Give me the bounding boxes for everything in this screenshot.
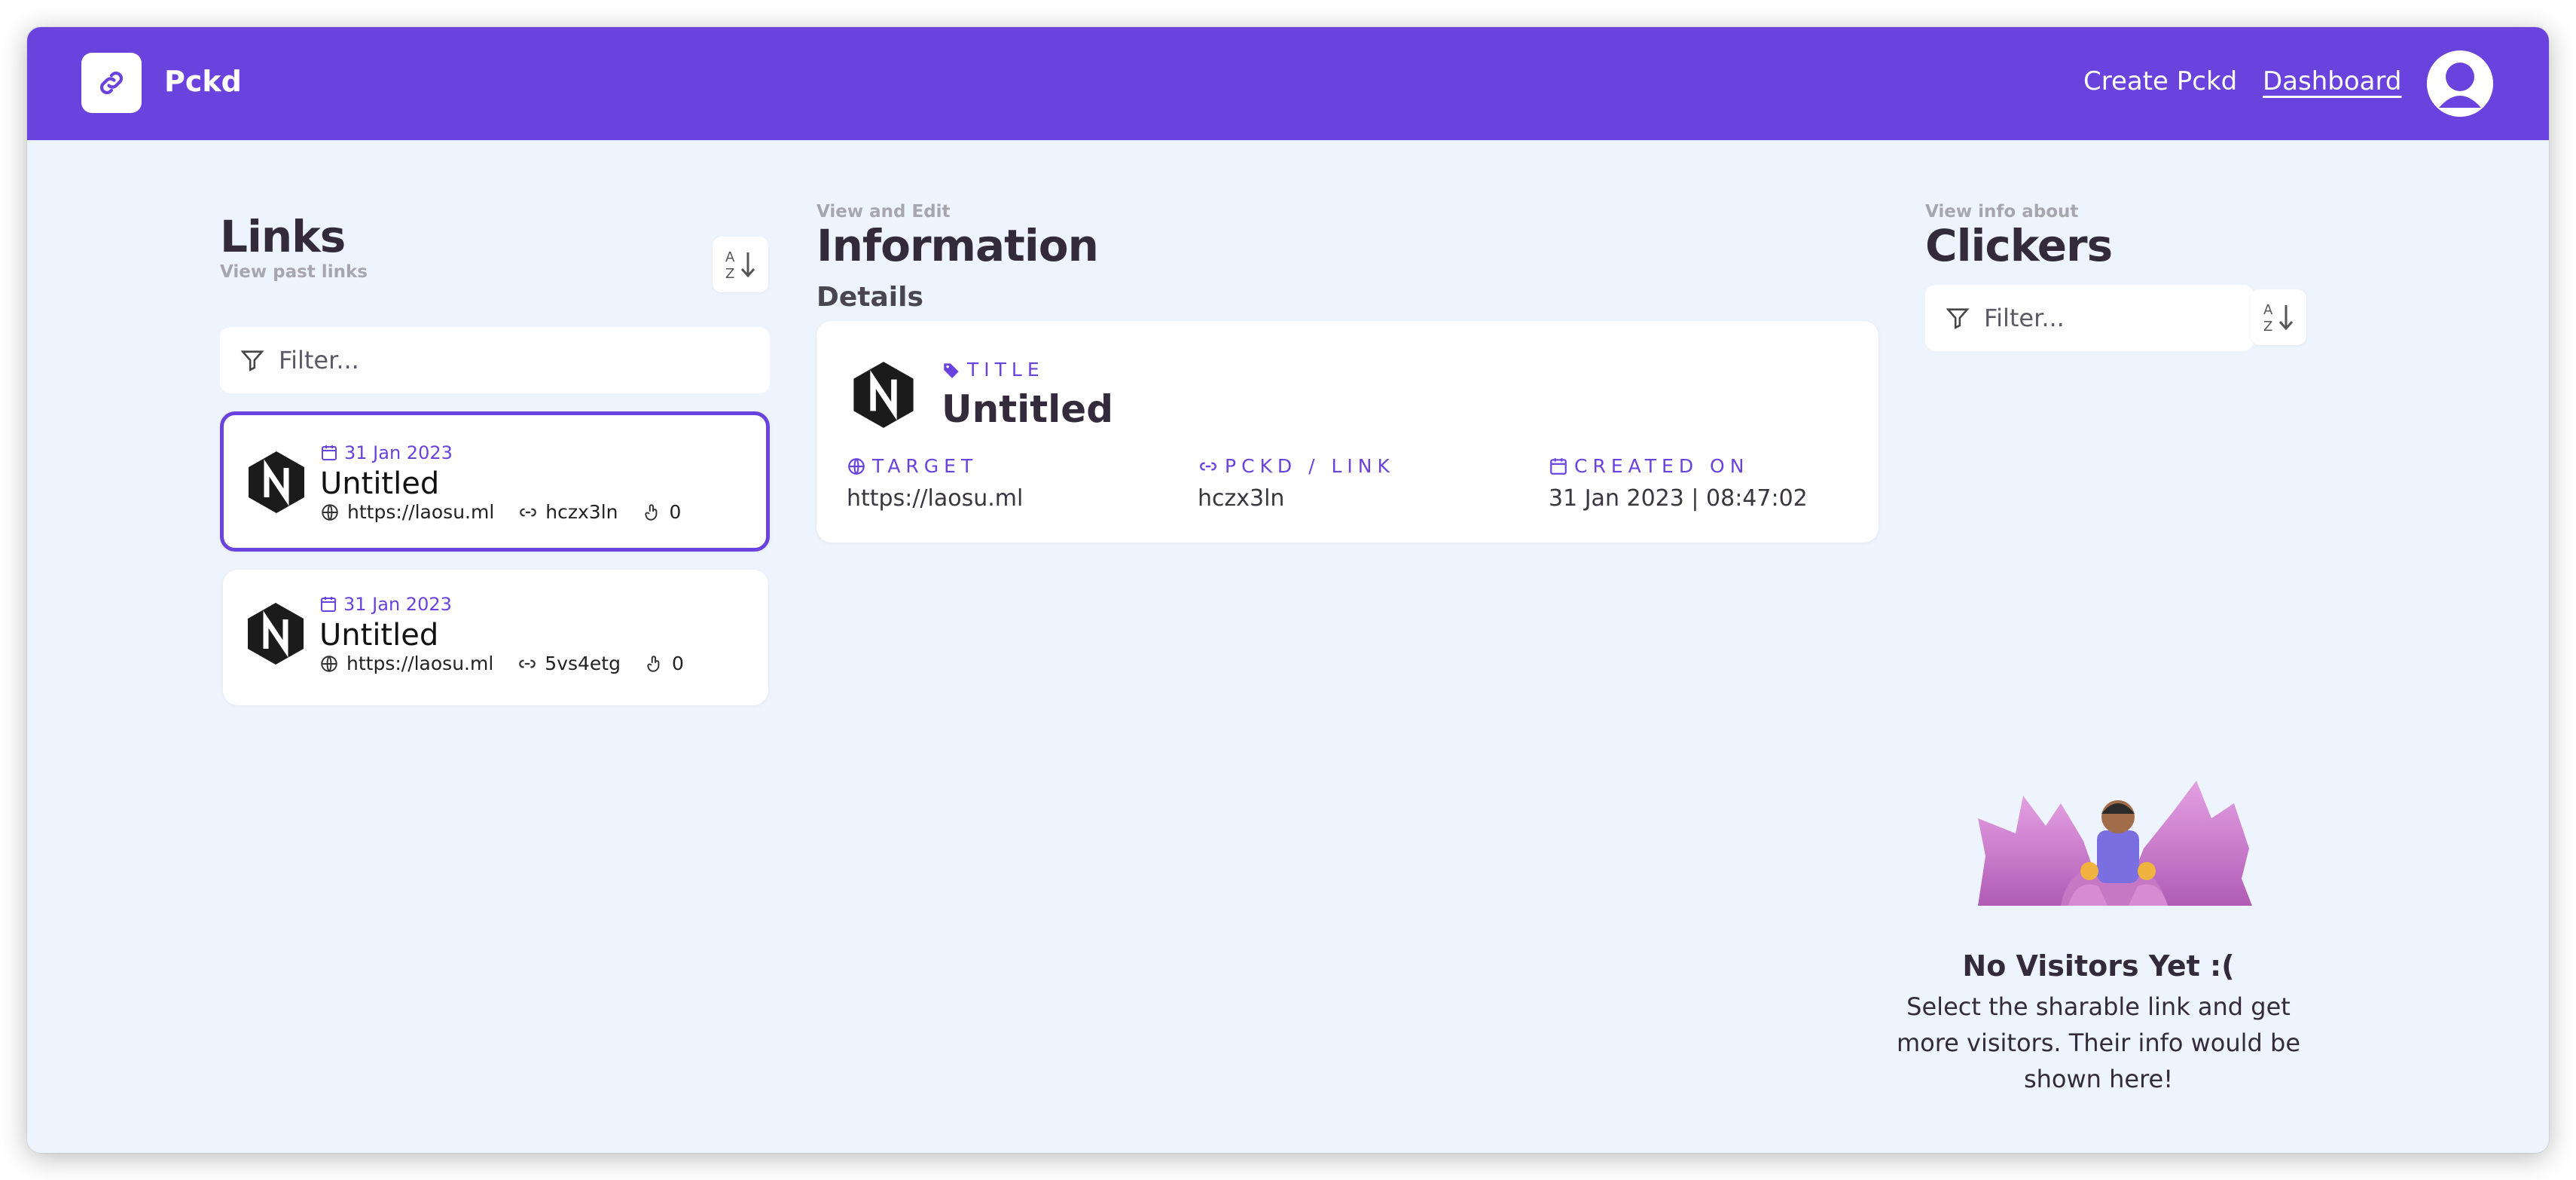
calendar-icon — [1550, 457, 1567, 475]
created-on-label: CREATED ON — [1549, 455, 1749, 477]
filter-icon — [1946, 308, 1970, 329]
pointer-icon — [647, 655, 660, 672]
calendar-icon — [321, 597, 336, 612]
globe-icon — [321, 655, 337, 672]
globe-icon — [322, 503, 338, 521]
links-sort-button[interactable]: A Z — [713, 237, 768, 292]
globe-icon — [848, 457, 865, 475]
tag-icon — [944, 362, 959, 378]
target-value[interactable]: https://laosu.ml — [847, 485, 1023, 512]
app-window: Pckd Create Pckd Dashboard Links View pa… — [27, 27, 2549, 1153]
card-target: https://laosu.ml — [347, 501, 495, 523]
pckd-link-label-text: PCKD / LINK — [1225, 455, 1395, 477]
link-icon — [1200, 461, 1216, 471]
card-date: 31 Jan 2023 — [320, 442, 453, 463]
navbar: Pckd Create Pckd Dashboard — [27, 27, 2549, 140]
calendar-icon — [322, 445, 337, 460]
card-date-text: 31 Jan 2023 — [344, 442, 453, 463]
card-date: 31 Jan 2023 — [319, 594, 452, 615]
nginx-icon — [249, 451, 304, 513]
avatar-button[interactable] — [2427, 50, 2493, 117]
filter-placeholder: Filter... — [1984, 304, 2065, 332]
brand-name[interactable]: Pckd — [164, 65, 242, 98]
card-meta: https://laosu.ml hczx3ln 0 — [320, 501, 681, 523]
link-card[interactable]: 31 Jan 2023 Untitled https://laosu.ml 5v… — [223, 570, 768, 705]
pckd-link-value[interactable]: hczx3ln — [1198, 485, 1284, 512]
card-clicks: 0 — [669, 501, 682, 523]
title-label-text: TITLE — [967, 359, 1045, 381]
clickers-filter-input[interactable]: Filter... — [1925, 285, 2254, 351]
nginx-icon — [248, 603, 304, 665]
filter-placeholder: Filter... — [279, 346, 359, 374]
details-card: TITLE Untitled TARGET https://laosu.ml P… — [816, 321, 1879, 543]
card-code: hczx3ln — [545, 501, 618, 523]
empty-state-text: Select the sharable link and get more vi… — [1896, 992, 2301, 1093]
card-date-text: 31 Jan 2023 — [343, 594, 452, 615]
clickers-sort-button[interactable]: A Z — [2251, 289, 2306, 345]
details-heading: Details — [816, 282, 923, 313]
title-value[interactable]: Untitled — [942, 387, 1113, 431]
link-icon — [520, 508, 537, 516]
clickers-kicker: View info about — [1925, 202, 2079, 222]
dashboard-link[interactable]: Dashboard — [2263, 66, 2401, 96]
clickers-heading: Clickers — [1925, 220, 2113, 271]
links-heading: Links — [220, 211, 346, 262]
card-code: 5vs4etg — [545, 653, 621, 674]
pointer-icon — [644, 503, 657, 521]
title-label: TITLE — [942, 359, 1045, 381]
created-on-label-text: CREATED ON — [1574, 455, 1750, 477]
pckd-link-label: PCKD / LINK — [1198, 455, 1395, 477]
info-heading: Information — [816, 220, 1099, 271]
card-title: Untitled — [320, 466, 440, 501]
create-pckd-link[interactable]: Create Pckd — [2083, 66, 2237, 96]
svg-text:A: A — [2263, 302, 2273, 318]
links-subtitle: View past links — [220, 262, 368, 282]
svg-text:A: A — [725, 249, 735, 265]
card-target: https://laosu.ml — [346, 653, 494, 674]
link-card[interactable]: 31 Jan 2023 Untitled https://laosu.ml hc… — [220, 411, 770, 552]
card-meta: https://laosu.ml 5vs4etg 0 — [319, 653, 684, 674]
card-clicks: 0 — [671, 653, 684, 674]
card-title: Untitled — [319, 618, 439, 653]
created-on-value: 31 Jan 2023 | 08:47:02 — [1549, 485, 1808, 512]
filter-icon — [240, 350, 264, 371]
links-filter-input[interactable]: Filter... — [220, 327, 770, 393]
empty-state-title: No Visitors Yet :( — [1962, 949, 2235, 983]
empty-visitors-illustration — [1978, 781, 2252, 906]
target-label: TARGET — [847, 455, 978, 477]
user-icon — [2427, 50, 2493, 117]
nginx-icon — [853, 362, 914, 428]
logo-button[interactable] — [81, 53, 142, 113]
svg-text:Z: Z — [2263, 319, 2272, 335]
link-icon — [99, 71, 124, 95]
sort-az-icon: A Z — [2263, 302, 2294, 335]
target-label-text: TARGET — [872, 455, 978, 477]
svg-text:Z: Z — [725, 266, 734, 282]
link-icon — [519, 659, 536, 668]
info-kicker: View and Edit — [816, 202, 951, 222]
sort-az-icon: A Z — [725, 249, 755, 282]
